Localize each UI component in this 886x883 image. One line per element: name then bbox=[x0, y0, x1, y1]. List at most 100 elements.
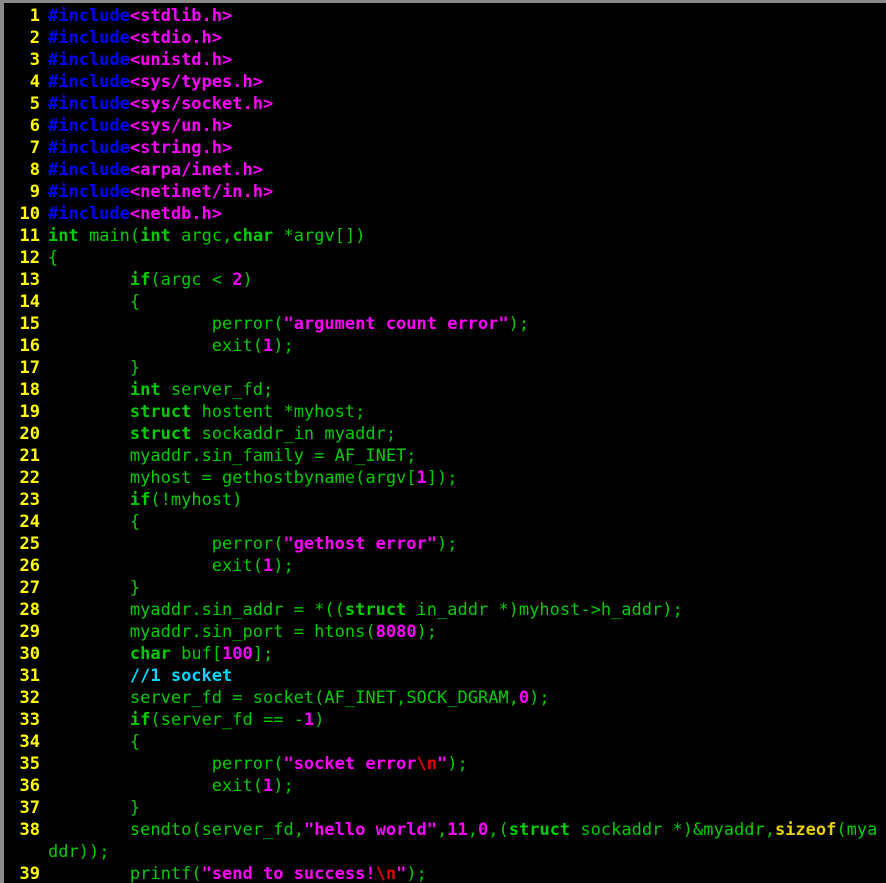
language-keyword: char bbox=[129, 644, 171, 664]
code-line-text[interactable]: if(!myhost) bbox=[48, 490, 243, 510]
code-line-text[interactable]: myaddr.sin_addr = *((struct in_addr *)my… bbox=[48, 600, 683, 620]
code-line-text[interactable]: struct sockaddr_in myaddr; bbox=[48, 424, 396, 444]
code-punctuation bbox=[48, 534, 212, 554]
code-line-text[interactable]: #include<sys/un.h> bbox=[48, 116, 232, 136]
code-line-text[interactable]: #include<string.h> bbox=[48, 138, 232, 158]
line-number: 36 bbox=[19, 776, 40, 796]
identifier: AF_INET bbox=[324, 688, 397, 708]
code-line[interactable]: 22 myhost = gethostbyname(argv[1]); bbox=[4, 467, 886, 489]
code-line[interactable]: 13 if(argc < 2) bbox=[4, 269, 886, 291]
code-punctuation: ( bbox=[129, 226, 141, 246]
code-line-text[interactable]: exit(1); bbox=[48, 556, 294, 576]
code-line-text[interactable]: perror("argument count error"); bbox=[48, 314, 529, 334]
code-line[interactable]: 2 #include<stdio.h> bbox=[4, 27, 886, 49]
code-line-text[interactable]: perror("gethost error"); bbox=[48, 534, 458, 554]
code-punctuation: = bbox=[283, 622, 315, 642]
code-line[interactable]: 8 #include<arpa/inet.h> bbox=[4, 159, 886, 181]
code-line[interactable]: 32 server_fd = socket(AF_INET,SOCK_DGRAM… bbox=[4, 687, 886, 709]
code-line-text[interactable]: char buf[100]; bbox=[48, 644, 273, 664]
code-line-text[interactable]: struct hostent *myhost; bbox=[48, 402, 365, 422]
code-line-text[interactable]: { bbox=[48, 292, 140, 312]
code-line-text[interactable]: #include<unistd.h> bbox=[48, 50, 232, 70]
code-text-area[interactable]: 1 #include<stdlib.h> 2 #include<stdio.h> 3 #i… bbox=[4, 3, 886, 883]
code-line[interactable]: 20 struct sockaddr_in myaddr; bbox=[4, 423, 886, 445]
code-line-text[interactable]: } bbox=[48, 798, 140, 818]
code-line-text[interactable]: if(server_fd == -1) bbox=[48, 710, 325, 730]
code-line-text[interactable]: #include<netinet/in.h> bbox=[48, 182, 273, 202]
code-line[interactable]: 34 { bbox=[4, 731, 886, 753]
code-line[interactable]: 28 myaddr.sin_addr = *((struct in_addr *… bbox=[4, 599, 886, 621]
code-line-text[interactable]: } bbox=[48, 358, 140, 378]
code-line[interactable]: 6 #include<sys/un.h> bbox=[4, 115, 886, 137]
code-line[interactable]: 3 #include<unistd.h> bbox=[4, 49, 886, 71]
code-line[interactable]: 25 perror("gethost error"); bbox=[4, 533, 886, 555]
code-line[interactable]: 33 if(server_fd == -1) bbox=[4, 709, 886, 731]
code-line-text[interactable]: perror("socket error\n"); bbox=[48, 754, 468, 774]
code-editor-pane[interactable]: 1 #include<stdlib.h> 2 #include<stdio.h> 3 #i… bbox=[0, 0, 886, 883]
code-line-text[interactable]: { bbox=[48, 512, 140, 532]
code-line[interactable]: 38 sendto(server_fd,"hello world",11,0,(… bbox=[4, 819, 886, 863]
code-line[interactable]: 21 myaddr.sin_family = AF_INET; bbox=[4, 445, 886, 467]
code-line[interactable]: 23 if(!myhost) bbox=[4, 489, 886, 511]
code-line-text[interactable]: #include<stdio.h> bbox=[48, 28, 222, 48]
code-line[interactable]: 10 #include<netdb.h> bbox=[4, 203, 886, 225]
code-line[interactable]: 16 exit(1); bbox=[4, 335, 886, 357]
line-number: 6 bbox=[29, 116, 40, 136]
code-line[interactable]: 36 exit(1); bbox=[4, 775, 886, 797]
code-punctuation: *) bbox=[488, 600, 519, 620]
code-line-text[interactable]: printf("send to success!\n"); bbox=[48, 864, 427, 883]
code-line-text[interactable]: int main(int argc,char *argv[]) bbox=[48, 226, 365, 246]
code-line[interactable]: 39 printf("send to success!\n"); bbox=[4, 863, 886, 883]
code-punctuation: ); bbox=[447, 754, 468, 774]
code-line[interactable]: 18 int server_fd; bbox=[4, 379, 886, 401]
code-line-text[interactable]: myaddr.sin_family = AF_INET; bbox=[48, 446, 417, 466]
code-line[interactable]: 1 #include<stdlib.h> bbox=[4, 5, 886, 27]
identifier: myaddr bbox=[129, 600, 192, 620]
code-line-text[interactable]: myhost = gethostbyname(argv[1]); bbox=[48, 468, 458, 488]
code-line-text[interactable]: sendto(server_fd,"hello world",11,0,(str… bbox=[48, 819, 884, 863]
code-line[interactable]: 19 struct hostent *myhost; bbox=[4, 401, 886, 423]
code-punctuation: } bbox=[48, 798, 141, 818]
code-line[interactable]: 7 #include<string.h> bbox=[4, 137, 886, 159]
code-line[interactable]: 12 { bbox=[4, 247, 886, 269]
code-line-text[interactable]: #include<stdlib.h> bbox=[48, 6, 232, 26]
code-line[interactable]: 15 perror("argument count error"); bbox=[4, 313, 886, 335]
code-line-text[interactable]: { bbox=[48, 732, 140, 752]
code-line[interactable]: 29 myaddr.sin_port = htons(8080); bbox=[4, 621, 886, 643]
code-line[interactable]: 27 } bbox=[4, 577, 886, 599]
language-keyword: struct bbox=[129, 402, 192, 422]
code-line[interactable]: 26 exit(1); bbox=[4, 555, 886, 577]
preprocessor-directive: #include bbox=[48, 204, 130, 224]
code-punctuation: = *(( bbox=[283, 600, 345, 620]
code-line[interactable]: 17 } bbox=[4, 357, 886, 379]
code-line-text[interactable]: if(argc < 2) bbox=[48, 270, 253, 290]
code-line[interactable]: 9 #include<netinet/in.h> bbox=[4, 181, 886, 203]
code-line-text[interactable]: #include<netdb.h> bbox=[48, 204, 222, 224]
code-punctuation bbox=[79, 226, 89, 246]
code-line[interactable]: 5 #include<sys/socket.h> bbox=[4, 93, 886, 115]
code-line[interactable]: 11 int main(int argc,char *argv[]) bbox=[4, 225, 886, 247]
code-line[interactable]: 14 { bbox=[4, 291, 886, 313]
code-line[interactable]: 24 { bbox=[4, 511, 886, 533]
code-line-text[interactable]: //1 socket bbox=[48, 666, 232, 686]
code-line-text[interactable]: } bbox=[48, 578, 140, 598]
code-line[interactable]: 37 } bbox=[4, 797, 886, 819]
code-line-text[interactable]: server_fd = socket(AF_INET,SOCK_DGRAM,0)… bbox=[48, 688, 550, 708]
code-line[interactable]: 35 perror("socket error\n"); bbox=[4, 753, 886, 775]
line-number: 30 bbox=[19, 644, 40, 664]
code-line[interactable]: 31 //1 socket bbox=[4, 665, 886, 687]
code-line-text[interactable]: #include<sys/types.h> bbox=[48, 72, 263, 92]
code-line-text[interactable]: { bbox=[48, 248, 58, 268]
code-line-text[interactable]: #include<arpa/inet.h> bbox=[48, 160, 263, 180]
code-line-text[interactable]: #include<sys/socket.h> bbox=[48, 94, 273, 114]
code-line-text[interactable]: exit(1); bbox=[48, 776, 294, 796]
code-line-text[interactable]: myaddr.sin_port = htons(8080); bbox=[48, 622, 437, 642]
code-line[interactable]: 4 #include<sys/types.h> bbox=[4, 71, 886, 93]
identifier: h_addr bbox=[600, 600, 663, 620]
code-line[interactable]: 30 char buf[100]; bbox=[4, 643, 886, 665]
identifier: myhost bbox=[129, 468, 192, 488]
code-punctuation bbox=[314, 424, 324, 444]
line-number: 2 bbox=[29, 28, 40, 48]
code-line-text[interactable]: exit(1); bbox=[48, 336, 294, 356]
code-line-text[interactable]: int server_fd; bbox=[48, 380, 273, 400]
